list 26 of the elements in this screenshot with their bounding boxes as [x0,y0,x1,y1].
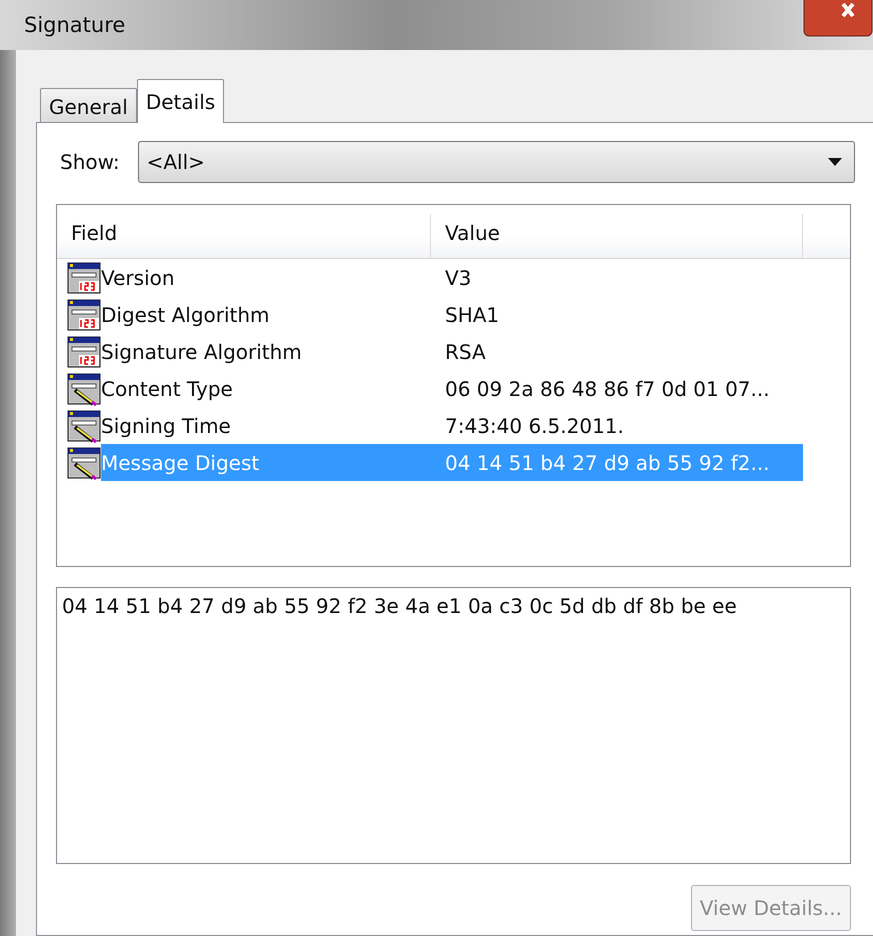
window-title: Signature [24,13,126,37]
caret-icon [828,158,842,166]
number-field-icon [67,260,101,294]
column-header[interactable]: Value [431,214,803,258]
number-field-icon [67,334,101,368]
field-name[interactable]: Content Type [101,370,237,407]
column-header[interactable]: Field [57,214,431,258]
pencil-field-icon [67,372,101,406]
field-value[interactable]: 06 09 2a 86 48 86 f7 0d 01 07... [431,370,803,407]
show-dropdown[interactable]: <All> [138,141,855,183]
number-field-icon [67,298,101,332]
field-name[interactable]: Signature Algorithm [101,333,306,370]
tab[interactable]: General [40,88,137,122]
field-value[interactable]: SHA1 [431,296,803,333]
pencil-field-icon [67,446,101,480]
show-label: Show: [60,150,120,174]
value-text-box[interactable]: 04 14 51 b4 27 d9 ab 55 92 f2 3e 4a e1 0a c3 0c 5d db df 8b be ee [56,587,851,864]
field-value[interactable]: V3 [431,259,803,296]
pencil-field-icon [67,408,101,442]
tab[interactable]: Details [136,79,224,123]
field-name[interactable]: Digest Algorithm [101,296,274,333]
close-icon[interactable] [803,0,873,38]
field-name[interactable]: Version [101,259,179,296]
field-name[interactable]: Signing Time [101,407,235,444]
field-value[interactable]: 7:43:40 6.5.2011. [431,407,803,444]
field-value[interactable]: RSA [431,333,803,370]
